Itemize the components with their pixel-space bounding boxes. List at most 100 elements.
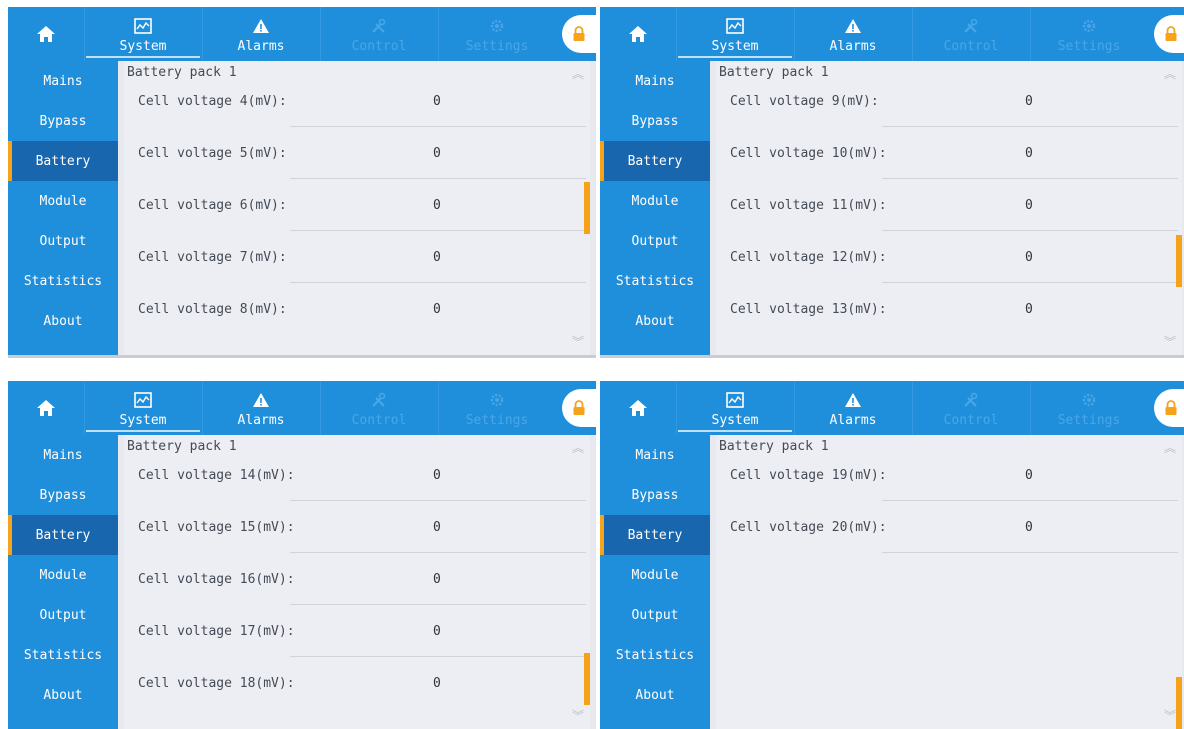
scroll-down-icon[interactable]: ︾ (1164, 336, 1176, 348)
row-value: 0 (1025, 146, 1033, 161)
data-row: Cell voltage 11(mV): 0 (730, 192, 1178, 244)
sidebar-item-module[interactable]: Module (600, 555, 710, 595)
tab-system[interactable]: System (676, 7, 794, 61)
scrollbar-thumb[interactable] (584, 653, 590, 705)
sidebar-item-bypass[interactable]: Bypass (8, 101, 118, 141)
scroll-down-icon[interactable]: ︾ (1164, 710, 1176, 722)
row-label: Cell voltage 20(mV): (730, 520, 887, 535)
row-divider (290, 230, 586, 231)
data-row: Cell voltage 13(mV): 0 (730, 296, 1178, 348)
ups-screen: System Alarms Control Settings Mains Byp… (600, 7, 1184, 358)
tab-alarms[interactable]: Alarms (794, 7, 912, 61)
row-divider (290, 552, 586, 553)
scroll-up-icon[interactable]: ︽ (1164, 68, 1176, 80)
row-label: Cell voltage 7(mV): (138, 250, 287, 265)
warning-icon (845, 393, 861, 407)
home-button[interactable] (600, 7, 676, 61)
row-divider (290, 500, 586, 501)
sidebar-item-statistics[interactable]: Statistics (600, 635, 710, 675)
sidebar-item-output[interactable]: Output (8, 221, 118, 261)
sidebar-item-battery[interactable]: Battery (600, 141, 710, 181)
sidebar-item-bypass[interactable]: Bypass (600, 101, 710, 141)
tab-control[interactable]: Control (912, 7, 1030, 61)
row-divider (290, 656, 586, 657)
sidebar-item-bypass[interactable]: Bypass (8, 475, 118, 515)
lock-button[interactable] (1154, 389, 1184, 427)
lock-button[interactable] (1154, 15, 1184, 53)
scroll-up-icon[interactable]: ︽ (572, 68, 584, 80)
home-button[interactable] (8, 381, 84, 435)
row-label: Cell voltage 12(mV): (730, 250, 887, 265)
lock-icon (573, 400, 585, 415)
scroll-up-icon[interactable]: ︽ (572, 442, 584, 454)
scroll-up-icon[interactable]: ︽ (1164, 442, 1176, 454)
sidebar-item-mains[interactable]: Mains (8, 435, 118, 475)
top-nav-bar: System Alarms Control Settings (600, 381, 1184, 435)
sidebar-item-label: Battery (35, 153, 91, 169)
sidebar-item-statistics[interactable]: Statistics (8, 635, 118, 675)
sidebar-item-label: Statistics (615, 273, 695, 289)
tab-control[interactable]: Control (320, 381, 438, 435)
sidebar-item-about[interactable]: About (600, 301, 710, 341)
top-nav-bar: System Alarms Control Settings (600, 7, 1184, 61)
home-button[interactable] (8, 7, 84, 61)
sidebar-item-statistics[interactable]: Statistics (600, 261, 710, 301)
scrollbar-thumb[interactable] (1176, 677, 1182, 729)
sidebar-item-module[interactable]: Module (600, 181, 710, 221)
sidebar-item-output[interactable]: Output (600, 221, 710, 261)
tab-alarms[interactable]: Alarms (794, 381, 912, 435)
row-divider (290, 604, 586, 605)
sidebar-item-battery[interactable]: Battery (8, 141, 118, 181)
tab-control[interactable]: Control (912, 381, 1030, 435)
scrollbar-thumb[interactable] (1176, 235, 1182, 287)
sidebar-item-label: Bypass (39, 487, 87, 503)
gear-icon (1082, 393, 1096, 407)
sidebar-item-battery[interactable]: Battery (600, 515, 710, 555)
tab-settings[interactable]: Settings (438, 381, 556, 435)
scroll-down-icon[interactable]: ︾ (572, 336, 584, 348)
tab-control[interactable]: Control (320, 7, 438, 61)
tab-system[interactable]: System (676, 381, 794, 435)
tab-alarms[interactable]: Alarms (202, 381, 320, 435)
sidebar-item-mains[interactable]: Mains (8, 61, 118, 101)
scroll-down-icon[interactable]: ︾ (572, 710, 584, 722)
sidebar-item-about[interactable]: About (600, 675, 710, 715)
scrollbar-thumb[interactable] (584, 182, 590, 234)
row-value: 0 (1025, 250, 1033, 265)
tab-system[interactable]: System (84, 381, 202, 435)
lock-button[interactable] (562, 389, 596, 427)
home-button[interactable] (600, 381, 676, 435)
sidebar-item-output[interactable]: Output (600, 595, 710, 635)
sidebar-item-about[interactable]: About (8, 301, 118, 341)
sidebar-item-bypass[interactable]: Bypass (600, 475, 710, 515)
active-tab-indicator (678, 56, 792, 58)
tab-settings[interactable]: Settings (1030, 381, 1148, 435)
sidebar-item-mains[interactable]: Mains (600, 61, 710, 101)
data-row: Cell voltage 12(mV): 0 (730, 244, 1178, 296)
tab-control-label: Control (351, 39, 407, 54)
sidebar: Mains Bypass Battery Module Output Statistics… (8, 435, 118, 729)
tab-alarms-label: Alarms (237, 39, 285, 54)
tab-settings-label: Settings (465, 413, 529, 428)
sidebar-item-about[interactable]: About (8, 675, 118, 715)
sidebar-item-label: Battery (35, 527, 91, 543)
sidebar-item-label: Statistics (23, 273, 103, 289)
lock-button[interactable] (562, 15, 596, 53)
sidebar-item-label: Battery (627, 527, 683, 543)
sidebar-item-battery[interactable]: Battery (8, 515, 118, 555)
content-panel: Battery pack 1 Cell voltage 4(mV): 0 Cell … (124, 61, 590, 355)
section-title: Battery pack 1 (127, 439, 237, 454)
sidebar-item-output[interactable]: Output (8, 595, 118, 635)
tab-settings[interactable]: Settings (438, 7, 556, 61)
row-label: Cell voltage 19(mV): (730, 468, 887, 483)
data-row: Cell voltage 4(mV): 0 (138, 88, 586, 140)
tab-settings[interactable]: Settings (1030, 7, 1148, 61)
tab-settings-label: Settings (1057, 39, 1121, 54)
tab-system[interactable]: System (84, 7, 202, 61)
tab-alarms[interactable]: Alarms (202, 7, 320, 61)
sidebar-item-statistics[interactable]: Statistics (8, 261, 118, 301)
sidebar-item-module[interactable]: Module (8, 181, 118, 221)
sidebar-item-module[interactable]: Module (8, 555, 118, 595)
sidebar-item-mains[interactable]: Mains (600, 435, 710, 475)
row-label: Cell voltage 9(mV): (730, 94, 879, 109)
